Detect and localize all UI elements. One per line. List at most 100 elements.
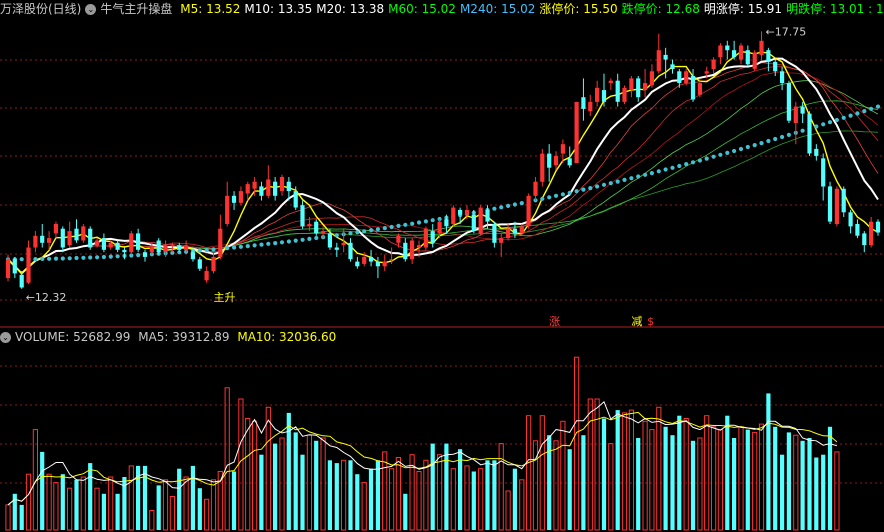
candle [800, 106, 805, 114]
volume-bar [156, 485, 161, 530]
ma240-dot [416, 220, 422, 225]
ma240-dot [670, 165, 675, 170]
candle [396, 235, 401, 243]
volume-bar [553, 440, 559, 531]
volume-bar [190, 465, 195, 530]
candle [773, 61, 778, 72]
volume-bar [827, 426, 833, 530]
candle [656, 50, 661, 72]
ma240-dot [60, 256, 65, 261]
ma240-dot [540, 196, 545, 201]
volume-bar [458, 449, 463, 530]
ma240-dot [588, 186, 593, 191]
candle [156, 240, 161, 253]
candle [368, 256, 374, 262]
volume-bar [444, 443, 449, 530]
volume-bar [539, 415, 545, 531]
candle [33, 235, 38, 248]
ma240-dot [273, 241, 278, 246]
volume-bar [101, 493, 106, 530]
candle [382, 261, 387, 267]
ma240-dot [369, 228, 374, 233]
candle [279, 177, 285, 192]
volume-bar [532, 440, 539, 531]
volume-bar [780, 454, 785, 530]
candle [225, 195, 230, 224]
volume-bar [231, 471, 237, 530]
candle [334, 247, 339, 250]
candle [752, 52, 757, 69]
volume-bar [80, 476, 86, 531]
ma240-dot [875, 104, 881, 109]
candle [875, 221, 881, 233]
candle [444, 219, 449, 227]
candle [471, 214, 476, 231]
candle [451, 207, 456, 224]
volume-bar [642, 420, 648, 531]
candle [314, 221, 319, 234]
volume-bar [40, 451, 45, 530]
ma240-dot [314, 235, 319, 241]
candle [492, 224, 497, 243]
volume-bar [670, 435, 675, 530]
ma240-dot [656, 169, 661, 174]
volume-bar [732, 438, 737, 530]
ma240-dot [834, 117, 840, 123]
volume-bar [293, 432, 298, 530]
volume-bar [478, 468, 484, 531]
candle [74, 228, 79, 241]
volume-bar [341, 459, 347, 531]
candle [732, 50, 737, 58]
volume-bar [437, 454, 443, 531]
candle [197, 259, 202, 269]
candle [574, 101, 579, 163]
signal-label: $ [647, 315, 654, 328]
volume-bar [238, 398, 244, 531]
volume-bar [60, 474, 65, 530]
candle [266, 179, 271, 196]
candle [94, 240, 100, 246]
ma240-dot [711, 154, 716, 159]
candle [101, 238, 106, 250]
ma240-dot [286, 239, 291, 244]
volume-bar [320, 437, 326, 531]
ma240-dot [334, 233, 339, 238]
candle [362, 256, 367, 264]
ma240-dot [101, 254, 106, 260]
ma240-dot [238, 244, 243, 249]
kline-chart[interactable]: ←17.75 ←12.32 主升涨 减 $ [0, 0, 884, 532]
ma240-dot [300, 237, 305, 242]
ma240-dot [821, 122, 826, 127]
ma240-dot [608, 181, 613, 186]
candle [738, 45, 744, 60]
ma240-dot [759, 141, 764, 146]
candle [19, 274, 24, 288]
volume-bar [88, 463, 93, 530]
ma240-dot [581, 187, 586, 192]
volume-bar [67, 487, 73, 531]
candle [827, 186, 833, 222]
volume-bar [19, 504, 24, 530]
ma240-dot [629, 176, 634, 181]
volume-bar [485, 460, 490, 530]
ma240-dot [636, 174, 641, 179]
candle [780, 71, 785, 83]
volume-bar [169, 496, 176, 531]
candle [245, 184, 250, 194]
candle [711, 59, 716, 69]
volume-bar [601, 418, 607, 530]
candle [403, 242, 408, 260]
ma240-dot [375, 227, 380, 232]
candle [389, 259, 394, 261]
ma240-dot [506, 203, 511, 208]
volume-bar [704, 415, 710, 531]
ma240-dot [197, 248, 202, 253]
candle [355, 261, 360, 267]
volume-bar [683, 418, 689, 531]
ma240-dot [519, 201, 524, 206]
volume-bar [368, 468, 374, 530]
candle [690, 76, 696, 100]
volume-bar [395, 457, 401, 531]
volume-bar [814, 457, 819, 530]
candle [184, 245, 189, 250]
